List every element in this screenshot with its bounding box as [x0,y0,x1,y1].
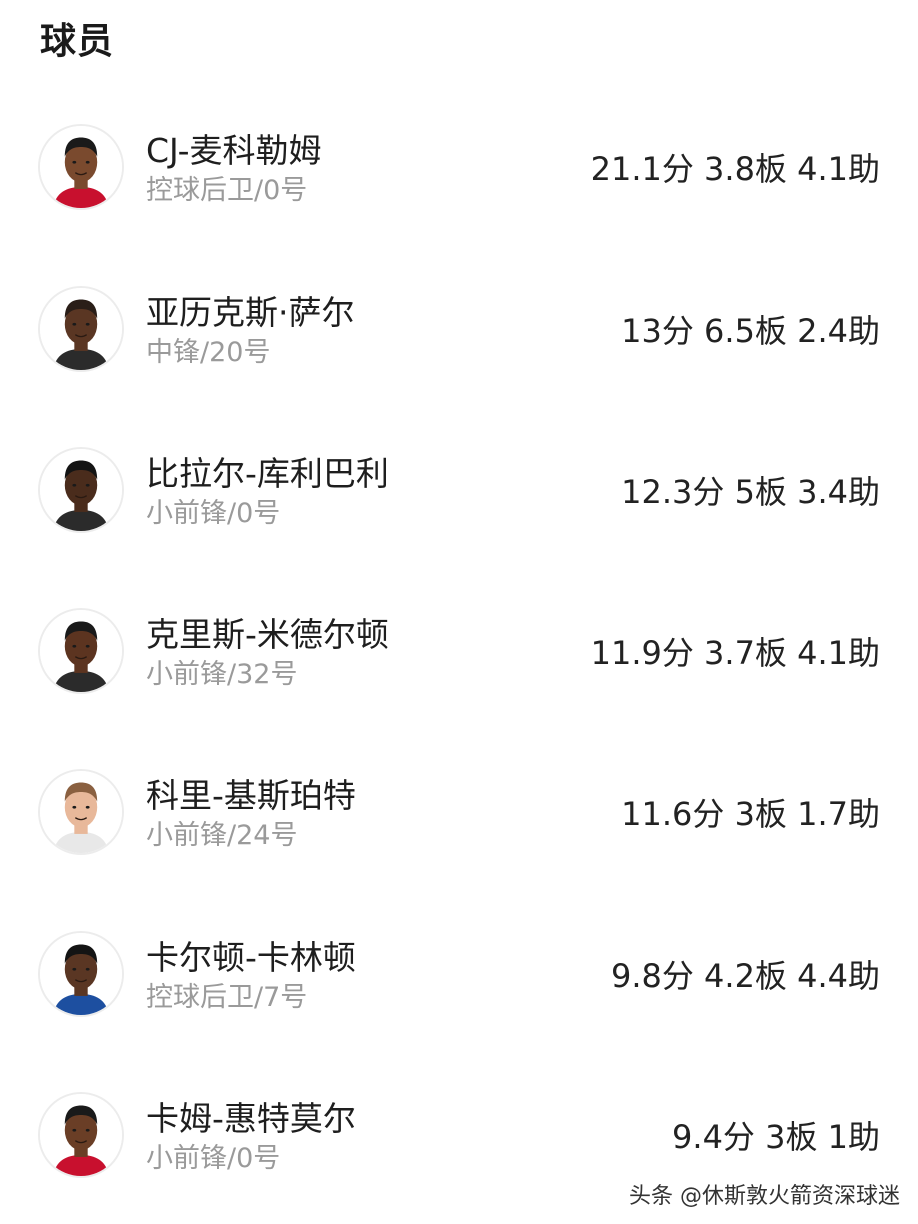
player-photo-icon [40,126,122,208]
player-name: 科里-基斯珀特 [146,776,356,815]
player-photo-icon [40,771,122,853]
player-row[interactable]: 科里-基斯珀特 小前锋/24号 11.6分 3板 1.7助 [0,763,918,863]
player-stats: 13分 6.5板 2.4助 [621,312,880,350]
player-avatar[interactable] [38,931,124,1017]
player-avatar[interactable] [38,1092,124,1178]
player-stats: 11.9分 3.7板 4.1助 [590,634,880,672]
player-stats: 9.8分 4.2板 4.4助 [610,957,880,995]
player-stats: 11.6分 3板 1.7助 [621,795,880,833]
player-name: 卡尔顿-卡林顿 [146,938,356,977]
player-position: 小前锋/0号 [146,1143,281,1174]
player-photo-icon [40,449,122,531]
player-stats: 9.4分 3板 1助 [672,1118,880,1156]
player-position: 小前锋/32号 [146,659,298,690]
player-row[interactable]: 亚历克斯·萨尔 中锋/20号 13分 6.5板 2.4助 [0,280,918,380]
player-row[interactable]: 卡姆-惠特莫尔 小前锋/0号 9.4分 3板 1助 [0,1086,918,1186]
player-photo-icon [40,288,122,370]
player-position: 控球后卫/7号 [146,982,308,1013]
player-row[interactable]: 卡尔顿-卡林顿 控球后卫/7号 9.8分 4.2板 4.4助 [0,925,918,1025]
player-list: CJ-麦科勒姆 控球后卫/0号 21.1分 3.8板 4.1助 亚历克斯·萨尔 … [0,0,918,1224]
player-photo-icon [40,933,122,1015]
player-name: 比拉尔-库利巴利 [146,454,389,493]
player-avatar[interactable] [38,769,124,855]
player-avatar[interactable] [38,286,124,372]
player-position: 中锋/20号 [146,337,271,368]
player-name: 克里斯-米德尔顿 [146,615,389,654]
player-photo-icon [40,610,122,692]
player-position: 小前锋/0号 [146,498,281,529]
player-row[interactable]: CJ-麦科勒姆 控球后卫/0号 21.1分 3.8板 4.1助 [0,118,918,218]
player-avatar[interactable] [38,124,124,210]
player-photo-icon [40,1094,122,1176]
watermark: 头条 @休斯敦火箭资深球迷 [629,1184,900,1209]
player-position: 控球后卫/0号 [146,175,308,206]
player-row[interactable]: 比拉尔-库利巴利 小前锋/0号 12.3分 5板 3.4助 [0,441,918,541]
player-stats: 12.3分 5板 3.4助 [621,473,880,511]
player-name: 卡姆-惠特莫尔 [146,1099,356,1138]
player-name: CJ-麦科勒姆 [146,131,322,170]
player-stats-page: 球员 CJ-麦科勒姆 控球后卫/0号 21.1分 3.8板 4.1助 亚历克斯·… [0,0,918,1224]
player-position: 小前锋/24号 [146,820,298,851]
player-name: 亚历克斯·萨尔 [146,293,355,332]
player-avatar[interactable] [38,608,124,694]
player-stats: 21.1分 3.8板 4.1助 [590,150,880,188]
player-avatar[interactable] [38,447,124,533]
player-row[interactable]: 克里斯-米德尔顿 小前锋/32号 11.9分 3.7板 4.1助 [0,602,918,702]
